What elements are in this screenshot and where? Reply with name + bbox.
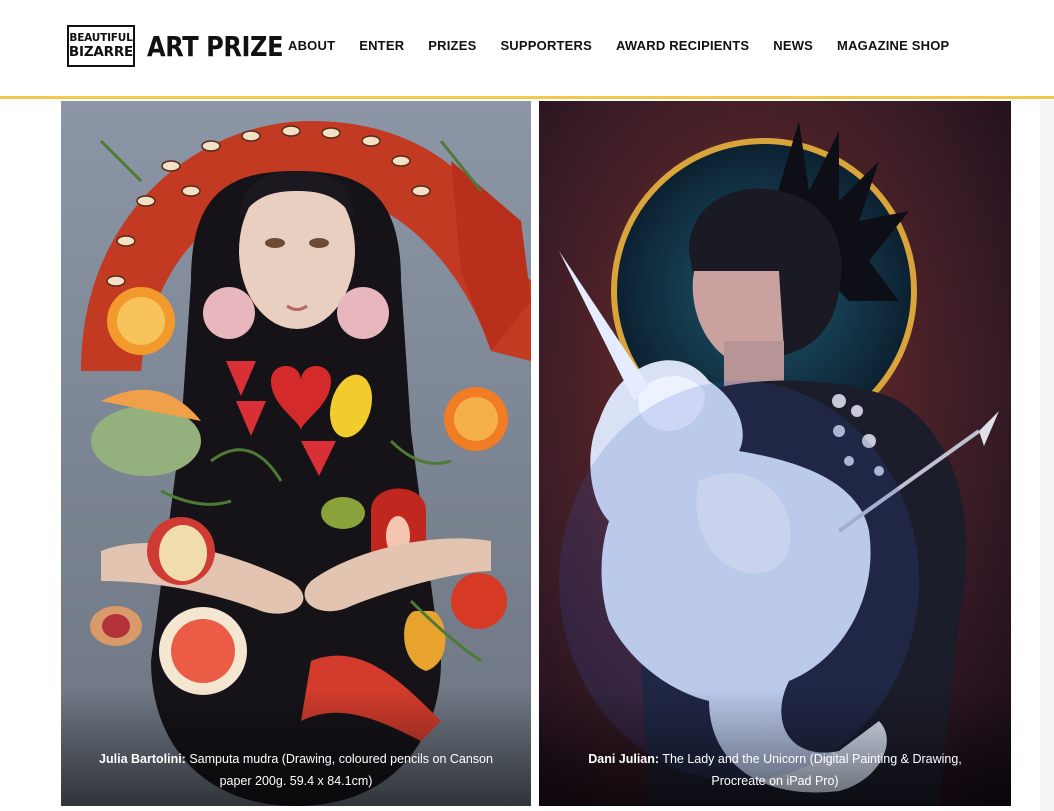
artwork-details: The Lady and the Unicorn (Digital Painti… — [659, 752, 962, 788]
site-header: BEAUTIFUL BIZARRE ART PRIZE ABOUT ENTER … — [0, 0, 1054, 99]
nav-supporters[interactable]: SUPPORTERS — [500, 38, 592, 53]
artwork-caption: Dani Julian: The Lady and the Unicorn (D… — [539, 688, 1011, 806]
nav-award-recipients[interactable]: AWARD RECIPIENTS — [616, 38, 749, 53]
logo-badge: BEAUTIFUL BIZARRE — [67, 25, 135, 67]
artist-name: Julia Bartolini: — [99, 752, 186, 766]
main-nav: ABOUT ENTER PRIZES SUPPORTERS AWARD RECI… — [288, 38, 973, 53]
nav-enter[interactable]: ENTER — [359, 38, 404, 53]
logo-line-2: BIZARRE — [68, 43, 134, 60]
gallery-item[interactable]: Dani Julian: The Lady and the Unicorn (D… — [539, 101, 1011, 806]
nav-news[interactable]: NEWS — [773, 38, 813, 53]
nav-prizes[interactable]: PRIZES — [428, 38, 476, 53]
page-scrollbar[interactable] — [1040, 101, 1054, 811]
artist-name: Dani Julian: — [588, 752, 660, 766]
nav-about[interactable]: ABOUT — [288, 38, 335, 53]
artwork-details: Samputa mudra (Drawing, coloured pencils… — [185, 752, 493, 788]
logo-line-1: BEAUTIFUL — [69, 32, 133, 44]
site-logo[interactable]: BEAUTIFUL BIZARRE ART PRIZE — [67, 25, 305, 67]
gallery-item[interactable]: Julia Bartolini: Samputa mudra (Drawing,… — [61, 101, 531, 806]
nav-magazine-shop[interactable]: MAGAZINE SHOP — [837, 38, 949, 53]
artwork-caption: Julia Bartolini: Samputa mudra (Drawing,… — [61, 688, 531, 806]
logo-title: ART PRIZE — [147, 29, 284, 63]
